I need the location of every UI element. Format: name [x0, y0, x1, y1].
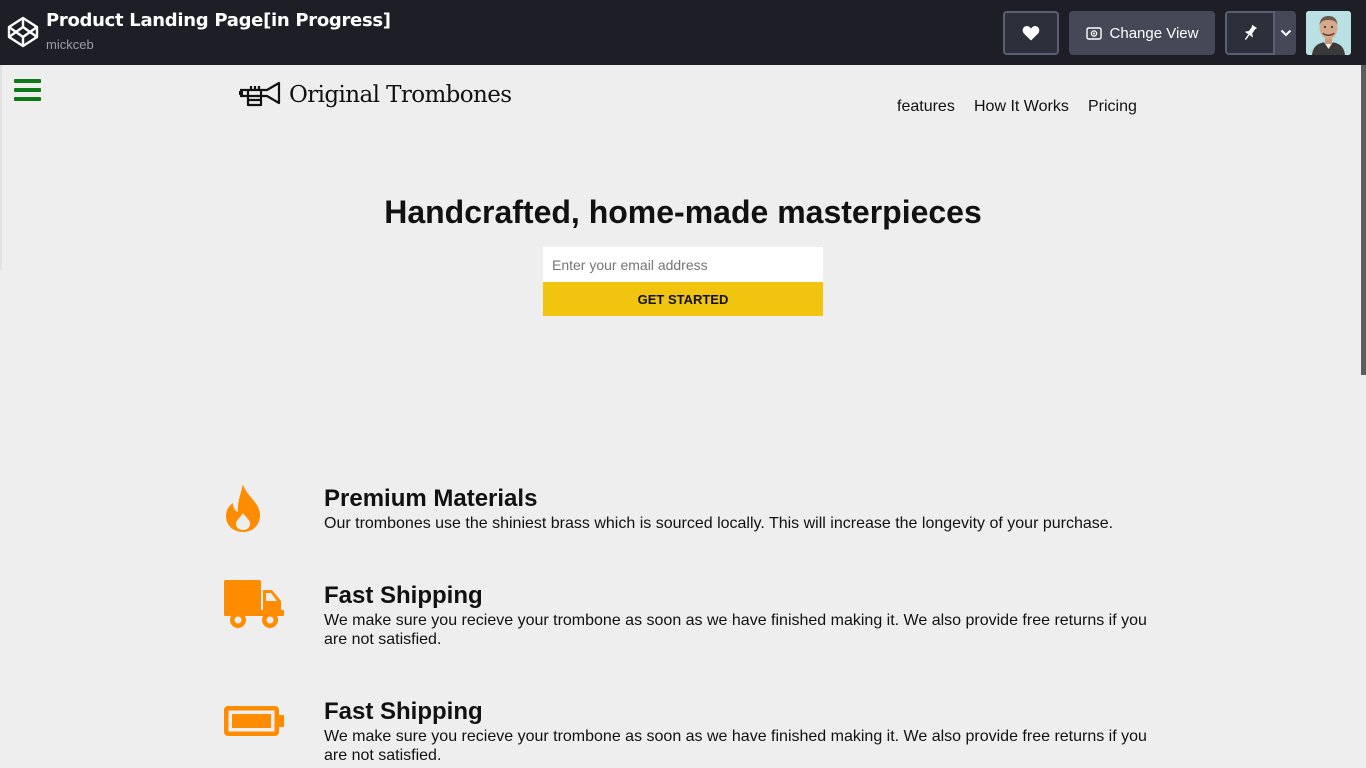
avatar-image: [1306, 11, 1351, 55]
nav-link-features[interactable]: features: [897, 98, 955, 116]
email-input[interactable]: [543, 247, 823, 282]
get-started-button[interactable]: GET STARTED: [543, 282, 823, 316]
pen-title[interactable]: Product Landing Page[in Progress]: [46, 10, 391, 31]
nav-link-how-it-works[interactable]: How It Works: [974, 98, 1069, 116]
codepen-logo-icon[interactable]: [7, 16, 39, 48]
scrollbar[interactable]: [1361, 65, 1366, 375]
change-view-label: Change View: [1109, 24, 1199, 42]
nav-link-pricing[interactable]: Pricing: [1088, 98, 1137, 116]
preview-frame: Original Trombones features How It Works…: [0, 65, 1366, 768]
feature-text: Our trombones use the shiniest brass whi…: [324, 515, 1114, 532]
trumpet-logo-icon: [239, 81, 281, 107]
pin-button[interactable]: [1225, 11, 1275, 55]
brand-name: Original Trombones: [289, 82, 512, 108]
pin-icon: [1244, 24, 1258, 40]
heart-icon: [1022, 26, 1040, 41]
feature-title: Premium Materials: [324, 485, 538, 512]
codepen-header: Product Landing Page[in Progress] mickce…: [0, 0, 1366, 65]
chevron-down-icon: [1280, 29, 1291, 37]
feature-text: We make sure you recieve your trombone a…: [324, 612, 1147, 648]
eye-icon: [1085, 26, 1102, 40]
feature-title: Fast Shipping: [324, 698, 483, 725]
like-button[interactable]: [1003, 11, 1059, 55]
brand[interactable]: Original Trombones: [239, 81, 512, 109]
feature-text: We make sure you recieve your trombone a…: [324, 728, 1147, 764]
pen-author[interactable]: mickceb: [46, 37, 94, 52]
hamburger-menu-icon[interactable]: [14, 79, 41, 101]
pin-menu-button[interactable]: [1275, 11, 1296, 55]
sidebar-edge: [0, 65, 2, 270]
change-view-button[interactable]: Change View: [1069, 11, 1215, 55]
fire-icon: [226, 484, 261, 532]
hero-title: Handcrafted, home-made masterpieces: [384, 194, 982, 230]
user-avatar[interactable]: [1306, 11, 1351, 55]
battery-icon: [224, 706, 284, 736]
truck-icon: [224, 580, 284, 628]
feature-title: Fast Shipping: [324, 582, 483, 609]
